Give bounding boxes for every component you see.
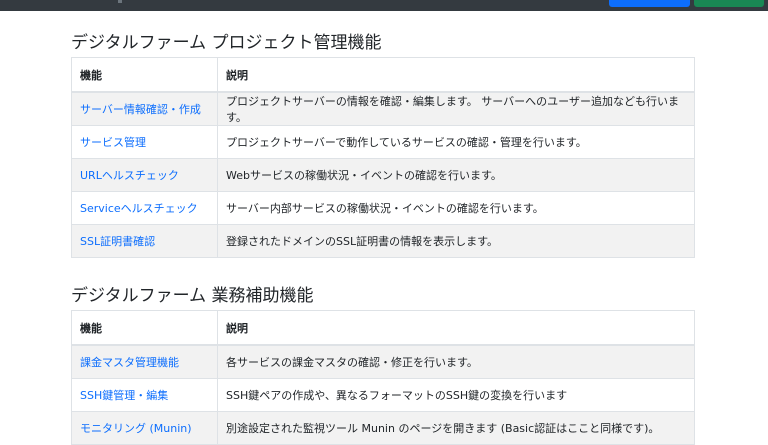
feature-description: 各サービスの課金マスタの確認・修正を行います。 [217, 344, 695, 379]
project-management-section: デジタルファーム プロジェクト管理機能 機能 説明 サーバー情報確認・作成 プロ… [71, 31, 695, 258]
feature-link-ssh-key-management[interactable]: SSH鍵管理・編集 [80, 389, 168, 402]
table-row: 課金マスタ管理機能 各サービスの課金マスタの確認・修正を行います。 [71, 344, 695, 379]
navbar-primary-button[interactable] [609, 0, 690, 7]
table-row: モニタリング (Munin) 別途設定された監視ツール Munin のページを開… [71, 411, 695, 445]
feature-link-service-health-check[interactable]: Serviceヘルスチェック [80, 202, 198, 215]
navbar-success-button[interactable] [694, 0, 764, 7]
feature-description: 登録されたドメインのSSL証明書の情報を表示します。 [217, 224, 695, 258]
feature-link-ssl-certificate[interactable]: SSL証明書確認 [80, 235, 155, 248]
table-row: URLヘルスチェック Webサービスの稼働状況・イベントの確認を行います。 [71, 158, 695, 192]
table-header-row: 機能 説明 [71, 57, 695, 93]
table-row: サービス管理 プロジェクトサーバーで動作しているサービスの確認・管理を行います。 [71, 125, 695, 159]
feature-link-service-management[interactable]: サービス管理 [80, 136, 146, 149]
column-header-feature: 機能 [71, 57, 218, 93]
section-title: デジタルファーム 業務補助機能 [71, 286, 314, 306]
feature-description: 別途設定された監視ツール Munin のページを開きます (Basic認証はここ… [217, 411, 695, 445]
feature-link-server-info[interactable]: サーバー情報確認・作成 [80, 103, 201, 116]
table-row: SSL証明書確認 登録されたドメインのSSL証明書の情報を表示します。 [71, 224, 695, 258]
features-table: 機能 説明 サーバー情報確認・作成 プロジェクトサーバーの情報を確認・編集します… [71, 57, 695, 258]
table-row: サーバー情報確認・作成 プロジェクトサーバーの情報を確認・編集します。 サーバー… [71, 91, 695, 126]
table-header-row: 機能 説明 [71, 310, 695, 346]
feature-description: SSH鍵ペアの作成や、異なるフォーマットのSSH鍵の変換を行います [217, 378, 695, 412]
column-header-description: 説明 [217, 57, 695, 93]
feature-description: サーバー内部サービスの稼働状況・イベントの確認を行います。 [217, 191, 695, 225]
feature-link-billing-master[interactable]: 課金マスタ管理機能 [80, 356, 179, 369]
column-header-description: 説明 [217, 310, 695, 346]
navbar-brand-fragment [118, 0, 122, 3]
business-support-section: デジタルファーム 業務補助機能 機能 説明 課金マスタ管理機能 各サービスの課金… [71, 284, 695, 445]
feature-description: Webサービスの稼働状況・イベントの確認を行います。 [217, 158, 695, 192]
features-table: 機能 説明 課金マスタ管理機能 各サービスの課金マスタの確認・修正を行います。 … [71, 310, 695, 445]
column-header-feature: 機能 [71, 310, 218, 346]
table-row: SSH鍵管理・編集 SSH鍵ペアの作成や、異なるフォーマットのSSH鍵の変換を行… [71, 378, 695, 412]
feature-description: プロジェクトサーバーの情報を確認・編集します。 サーバーへのユーザー追加なども行… [217, 91, 695, 126]
top-navbar [0, 0, 768, 11]
table-row: Serviceヘルスチェック サーバー内部サービスの稼働状況・イベントの確認を行… [71, 191, 695, 225]
section-title: デジタルファーム プロジェクト管理機能 [71, 33, 382, 53]
feature-link-monitoring-munin[interactable]: モニタリング (Munin) [80, 422, 192, 435]
feature-link-url-health-check[interactable]: URLヘルスチェック [80, 169, 179, 182]
feature-description: プロジェクトサーバーで動作しているサービスの確認・管理を行います。 [217, 125, 695, 159]
